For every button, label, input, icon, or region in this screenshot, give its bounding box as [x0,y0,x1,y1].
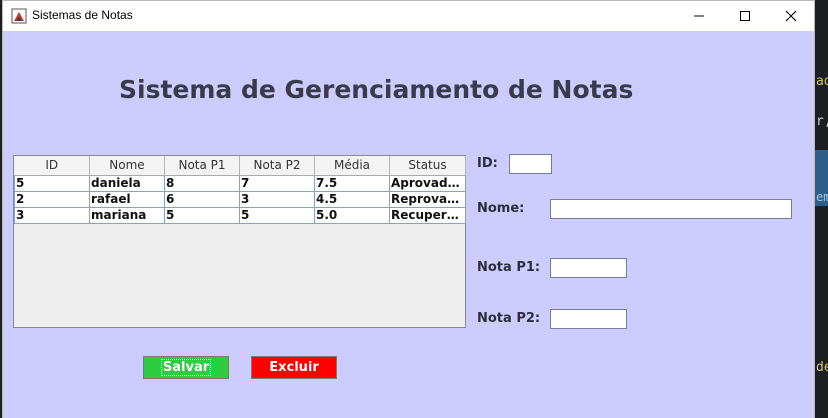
cell-id[interactable]: 3 [14,206,90,224]
cell-id[interactable]: 2 [14,190,90,208]
minimize-icon [694,15,704,17]
cell-nota-p1[interactable]: 5 [164,206,240,224]
cell-media[interactable]: 4.5 [314,190,390,208]
cell-status[interactable]: Recupera... [389,206,466,224]
cell-status[interactable]: Aprovado... [389,174,466,192]
maximize-button[interactable] [722,1,768,31]
nota-p2-label: Nota P2: [477,311,541,326]
close-icon [785,10,797,22]
cell-nota-p1[interactable]: 8 [164,174,240,192]
cell-nome[interactable]: mariana [89,206,165,224]
cell-nota-p2[interactable]: 7 [239,174,315,192]
background-code-snippet: r, [816,114,828,129]
close-button[interactable] [768,1,814,31]
cell-media[interactable]: 7.5 [314,174,390,192]
column-header-media[interactable]: Média [314,156,390,176]
column-header-nota-p2[interactable]: Nota P2 [239,156,315,176]
cell-id[interactable]: 5 [14,174,90,192]
id-field[interactable] [509,154,552,174]
delete-button[interactable]: Excluir [251,356,337,379]
background-code-snippet: ad [816,74,828,89]
column-header-status[interactable]: Status [389,156,466,176]
nota-p1-field[interactable] [550,258,627,278]
table-row[interactable]: 5 daniela 8 7 7.5 Aprovado... [14,174,466,192]
save-button[interactable]: Salvar [143,356,229,379]
save-button-label: Salvar [160,359,212,376]
java-app-icon [11,8,27,24]
minimize-button[interactable] [676,1,722,31]
title-bar[interactable]: Sistemas de Notas [3,1,814,31]
background-code-snippet: de [816,360,828,375]
table-header-row: ID Nome Nota P1 Nota P2 Média Status [14,156,466,176]
cell-nome[interactable]: daniela [89,174,165,192]
cell-nota-p1[interactable]: 6 [164,190,240,208]
delete-button-label: Excluir [269,360,319,375]
table-row[interactable]: 3 mariana 5 5 5.0 Recupera... [14,206,466,224]
cell-nota-p2[interactable]: 3 [239,190,315,208]
cell-media[interactable]: 5.0 [314,206,390,224]
nota-p1-label: Nota P1: [477,260,541,275]
main-panel: Sistema de Gerenciamento de Notas ID Nom… [3,31,814,418]
cell-status[interactable]: Reprovad... [389,190,466,208]
column-header-nota-p1[interactable]: Nota P1 [164,156,240,176]
table-row[interactable]: 2 rafael 6 3 4.5 Reprovad... [14,190,466,208]
cell-nota-p2[interactable]: 5 [239,206,315,224]
column-header-nome[interactable]: Nome [89,156,165,176]
grades-grid[interactable]: ID Nome Nota P1 Nota P2 Média Status 5 d… [14,156,466,224]
page-title: Sistema de Gerenciamento de Notas [119,75,634,104]
nota-p2-field[interactable] [550,309,627,329]
maximize-icon [740,11,750,21]
cell-nome[interactable]: rafael [89,190,165,208]
column-header-id[interactable]: ID [14,156,90,176]
background-code-snippet: em [816,190,828,204]
nome-field[interactable] [550,199,792,219]
window-title: Sistemas de Notas [32,8,133,22]
nome-label: Nome: [477,201,525,216]
grades-table[interactable]: ID Nome Nota P1 Nota P2 Média Status 5 d… [13,155,466,328]
id-label: ID: [477,156,498,171]
app-window: Sistemas de Notas Sistema de Gerenciamen… [2,0,815,418]
